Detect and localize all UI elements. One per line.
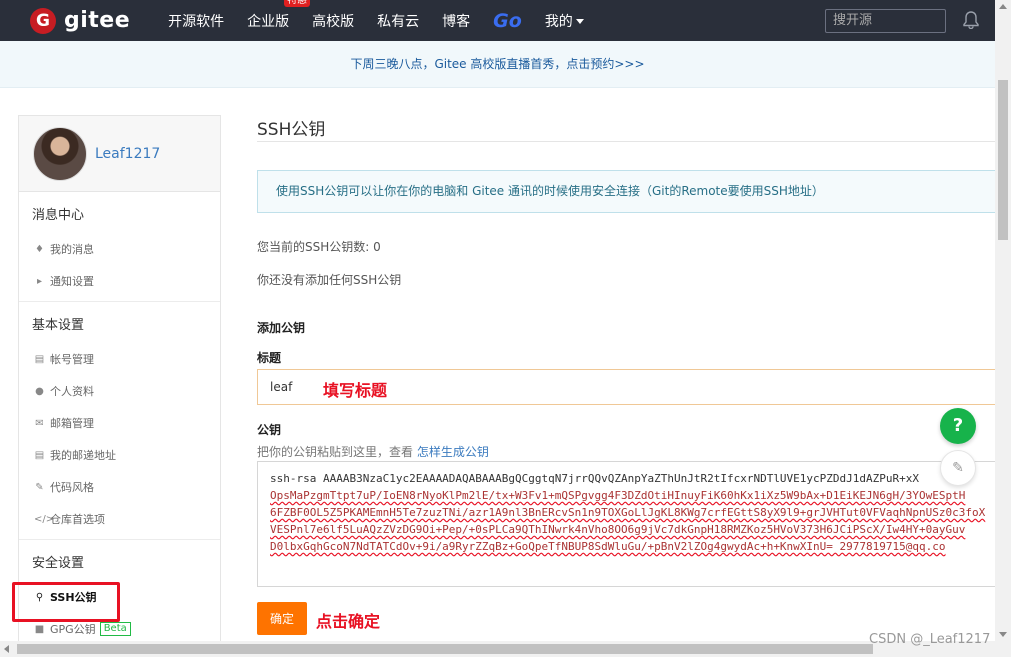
- title-annotation: 填写标题: [323, 381, 388, 400]
- sidebar-group-title: 消息中心: [32, 208, 85, 223]
- horizontal-scroll-thumb[interactable]: [17, 644, 873, 654]
- key-line: OpsMaPzgmTtpt7uP/IoEN8rNyoKlPm2lE/tx+W3F…: [270, 489, 966, 502]
- sidebar-item-label: 帐号管理: [50, 353, 94, 366]
- sidebar-item-address[interactable]: ▤ 我的邮递地址: [19, 439, 220, 471]
- sidebar-group-messages: 消息中心 ♦ 我的消息 ▸ 通知设置: [19, 192, 220, 302]
- mail-icon: ✉: [35, 417, 44, 429]
- key-line: 6FZBF0OL5Z5PKAMEmnH5Te7zuzTNi/azr1A9nl3B…: [270, 506, 986, 519]
- key-line: VESPnl7e6lf5LuAQzZVzDG9Oi+Pep/+0sPLCa9QT…: [270, 523, 966, 536]
- sidebar-item-my-messages[interactable]: ♦ 我的消息: [19, 233, 220, 265]
- sidebar-item-notification-settings[interactable]: ▸ 通知设置: [19, 265, 220, 297]
- beta-badge: Beta: [99, 622, 131, 636]
- how-to-generate-link[interactable]: 怎样生成公钥: [417, 445, 489, 459]
- nav-item-enterprise[interactable]: 企业版 特惠: [247, 0, 311, 31]
- top-nav: G gitee 开源软件 企业版 特惠 高校版 私有云 博客 Go 我的 搜开源: [0, 0, 995, 41]
- highlight-annotation-box: [12, 582, 120, 622]
- vertical-scrollbar[interactable]: [995, 0, 1011, 641]
- key-line: ssh-rsa AAAAB3NzaC1yc2EAAAADAQABAAABgQCg…: [270, 472, 920, 485]
- logo-icon: G: [30, 7, 56, 34]
- nav-item-enterprise-label: 企业版: [247, 13, 290, 30]
- nav-item-blog[interactable]: 博客: [442, 11, 470, 31]
- sidebar-username[interactable]: Leaf1217: [95, 146, 160, 162]
- address-icon: ▤: [34, 449, 45, 461]
- page-title: SSH公钥: [257, 120, 326, 140]
- sidebar-item-label: 我的邮递地址: [50, 449, 116, 462]
- add-key-heading: 添加公钥: [257, 321, 306, 335]
- announcement-banner[interactable]: 下周三晚八点，Gitee 高校版直播首秀，点击预约>>>: [0, 41, 995, 88]
- sidebar-item-label: 邮箱管理: [50, 417, 94, 430]
- logo-text: gitee: [64, 8, 131, 33]
- scroll-left-icon[interactable]: [4, 645, 9, 653]
- sidebar-item-label: 通知设置: [50, 275, 94, 288]
- sidebar-group-title: 基本设置: [32, 318, 85, 333]
- ssh-key-count: 您当前的SSH公钥数: 0: [257, 240, 381, 254]
- vertical-scroll-thumb[interactable]: [998, 80, 1008, 240]
- sidebar-group-basic: 基本设置 ▤ 帐号管理 ● 个人资料 ✉ 邮箱管理 ▤ 我的邮递地址 ✎ 代码风格 </>…: [19, 302, 220, 540]
- sidebar-item-profile[interactable]: ● 个人资料: [19, 375, 220, 407]
- nav-item-education[interactable]: 高校版: [312, 11, 354, 31]
- settings-sidebar: Leaf1217 消息中心 ♦ 我的消息 ▸ 通知设置 基本设置 ▤ 帐号管理 ● 个人…: [18, 115, 221, 645]
- id-card-icon: ▤: [34, 353, 45, 365]
- nav-item-private-cloud[interactable]: 私有云: [377, 11, 419, 31]
- scroll-down-icon[interactable]: [999, 632, 1007, 637]
- sidebar-item-label: 仓库首选项: [50, 513, 105, 526]
- sidebar-user[interactable]: Leaf1217: [19, 116, 220, 192]
- key-hint: 把你的公钥粘贴到这里，查看 怎样生成公钥: [257, 443, 489, 460]
- horizontal-scrollbar[interactable]: [0, 641, 1011, 657]
- sidebar-item-account[interactable]: ▤ 帐号管理: [19, 343, 220, 375]
- sidebar-item-label: 代码风格: [50, 481, 94, 494]
- key-hint-text: 把你的公钥粘贴到这里，查看: [257, 445, 414, 459]
- sidebar-item-email[interactable]: ✉ 邮箱管理: [19, 407, 220, 439]
- public-key-textarea[interactable]: ssh-rsa AAAAB3NzaC1yc2EAAAADAQABAAABgQCg…: [257, 461, 995, 587]
- search-input[interactable]: 搜开源: [825, 9, 946, 33]
- sidebar-item-label: GPG公钥: [50, 623, 96, 636]
- confirm-annotation: 点击确定: [316, 612, 381, 631]
- nav-menu: 开源软件 企业版 特惠 高校版 私有云 博客 Go 我的: [168, 0, 607, 41]
- bell-icon[interactable]: [963, 11, 979, 33]
- title-divider: [257, 141, 995, 142]
- sidebar-item-label: 个人资料: [50, 385, 94, 398]
- confirm-button[interactable]: 确定: [257, 602, 307, 635]
- edit-icon[interactable]: ✎: [940, 450, 976, 486]
- sidebar-group-title: 安全设置: [32, 556, 85, 571]
- brush-icon: ✎: [35, 481, 44, 493]
- csdn-watermark: CSDN @_Leaf1217: [869, 632, 991, 647]
- nav-item-mine-label: 我的: [544, 13, 573, 30]
- scroll-up-icon[interactable]: [999, 4, 1007, 9]
- chevron-down-icon: [575, 19, 584, 24]
- speaker-icon: ▸: [36, 275, 43, 287]
- gitee-logo[interactable]: G gitee: [30, 7, 131, 34]
- user-icon: ●: [35, 385, 44, 397]
- sidebar-item-code-style[interactable]: ✎ 代码风格: [19, 471, 220, 503]
- sidebar-item-repo-preferences[interactable]: </> 仓库首选项: [19, 503, 220, 535]
- title-label: 标题: [257, 351, 282, 365]
- lock-icon: ■: [34, 623, 45, 635]
- promo-badge: 特惠: [284, 0, 311, 7]
- nav-item-go[interactable]: Go: [493, 10, 522, 32]
- nav-item-mine[interactable]: 我的: [545, 11, 584, 31]
- sidebar-item-label: 我的消息: [50, 243, 94, 256]
- key-label: 公钥: [257, 423, 282, 437]
- avatar[interactable]: [33, 126, 87, 181]
- nav-item-open-source[interactable]: 开源软件: [168, 11, 224, 31]
- info-message: 使用SSH公钥可以让你在你的电脑和 Gitee 通讯的时候使用安全连接（Git的…: [257, 170, 995, 213]
- code-icon: </>: [34, 513, 55, 525]
- help-button[interactable]: ?: [940, 408, 976, 444]
- bell-icon: ♦: [35, 243, 44, 255]
- empty-keys-message: 你还没有添加任何SSH公钥: [257, 273, 402, 287]
- key-line: D0lbxGqhGcoN7NdTATCdOv+9i/a9RyrZZqBz+GoQ…: [270, 540, 946, 553]
